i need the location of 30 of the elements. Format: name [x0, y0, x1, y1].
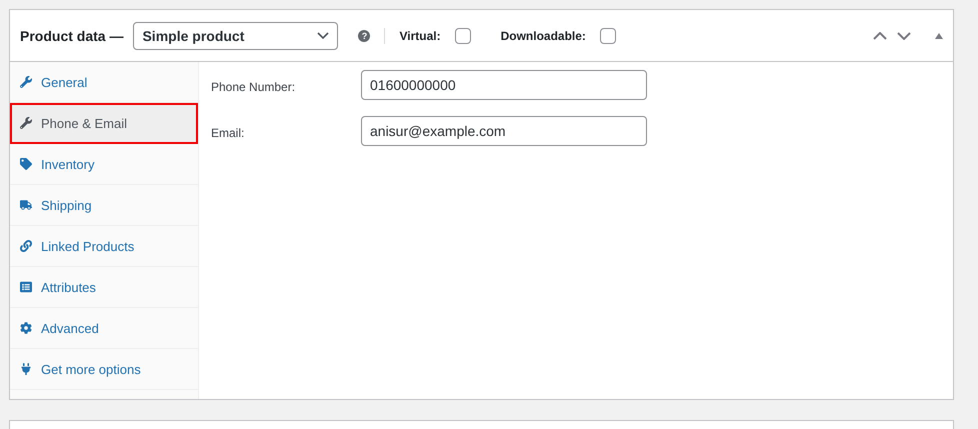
field-label: Email:: [211, 125, 246, 140]
wrench-icon: [20, 117, 32, 129]
option-checkbox[interactable]: [600, 28, 616, 44]
field-label: Phone Number:: [211, 79, 296, 94]
link-icon: [20, 240, 32, 252]
panel-title: Product data —: [20, 28, 124, 44]
wrench-icon: [20, 76, 32, 88]
sidebar-tab[interactable]: Advanced: [10, 308, 198, 349]
option-checkbox[interactable]: [454, 28, 471, 44]
move-down-icon[interactable]: [897, 32, 911, 40]
list-icon: [20, 281, 32, 293]
gear-icon: [20, 322, 32, 334]
product-type-select[interactable]: Simple product: [133, 22, 338, 50]
sidebar-tab[interactable]: Attributes: [10, 267, 198, 308]
sidebar-tab[interactable]: Inventory: [10, 144, 198, 185]
tag-icon: [20, 158, 32, 170]
truck-icon: [20, 199, 32, 211]
option-label: Virtual:: [399, 28, 441, 42]
help-icon[interactable]: ?: [358, 30, 370, 42]
input-field[interactable]: anisur@example.com: [361, 116, 647, 146]
collapse-icon[interactable]: [935, 32, 943, 38]
sidebar-tab[interactable]: Get more options: [10, 349, 198, 390]
plug-icon: [20, 363, 32, 375]
sidebar-tab[interactable]: Linked Products: [10, 226, 198, 267]
move-up-icon[interactable]: [873, 32, 887, 40]
sidebar-tab[interactable]: Phone & Email: [10, 103, 198, 144]
option-label: Downloadable:: [500, 28, 586, 42]
input-field[interactable]: 01600000000: [361, 70, 647, 100]
sidebar-tab[interactable]: Shipping: [10, 185, 198, 226]
chevron-down-icon: [317, 32, 330, 40]
